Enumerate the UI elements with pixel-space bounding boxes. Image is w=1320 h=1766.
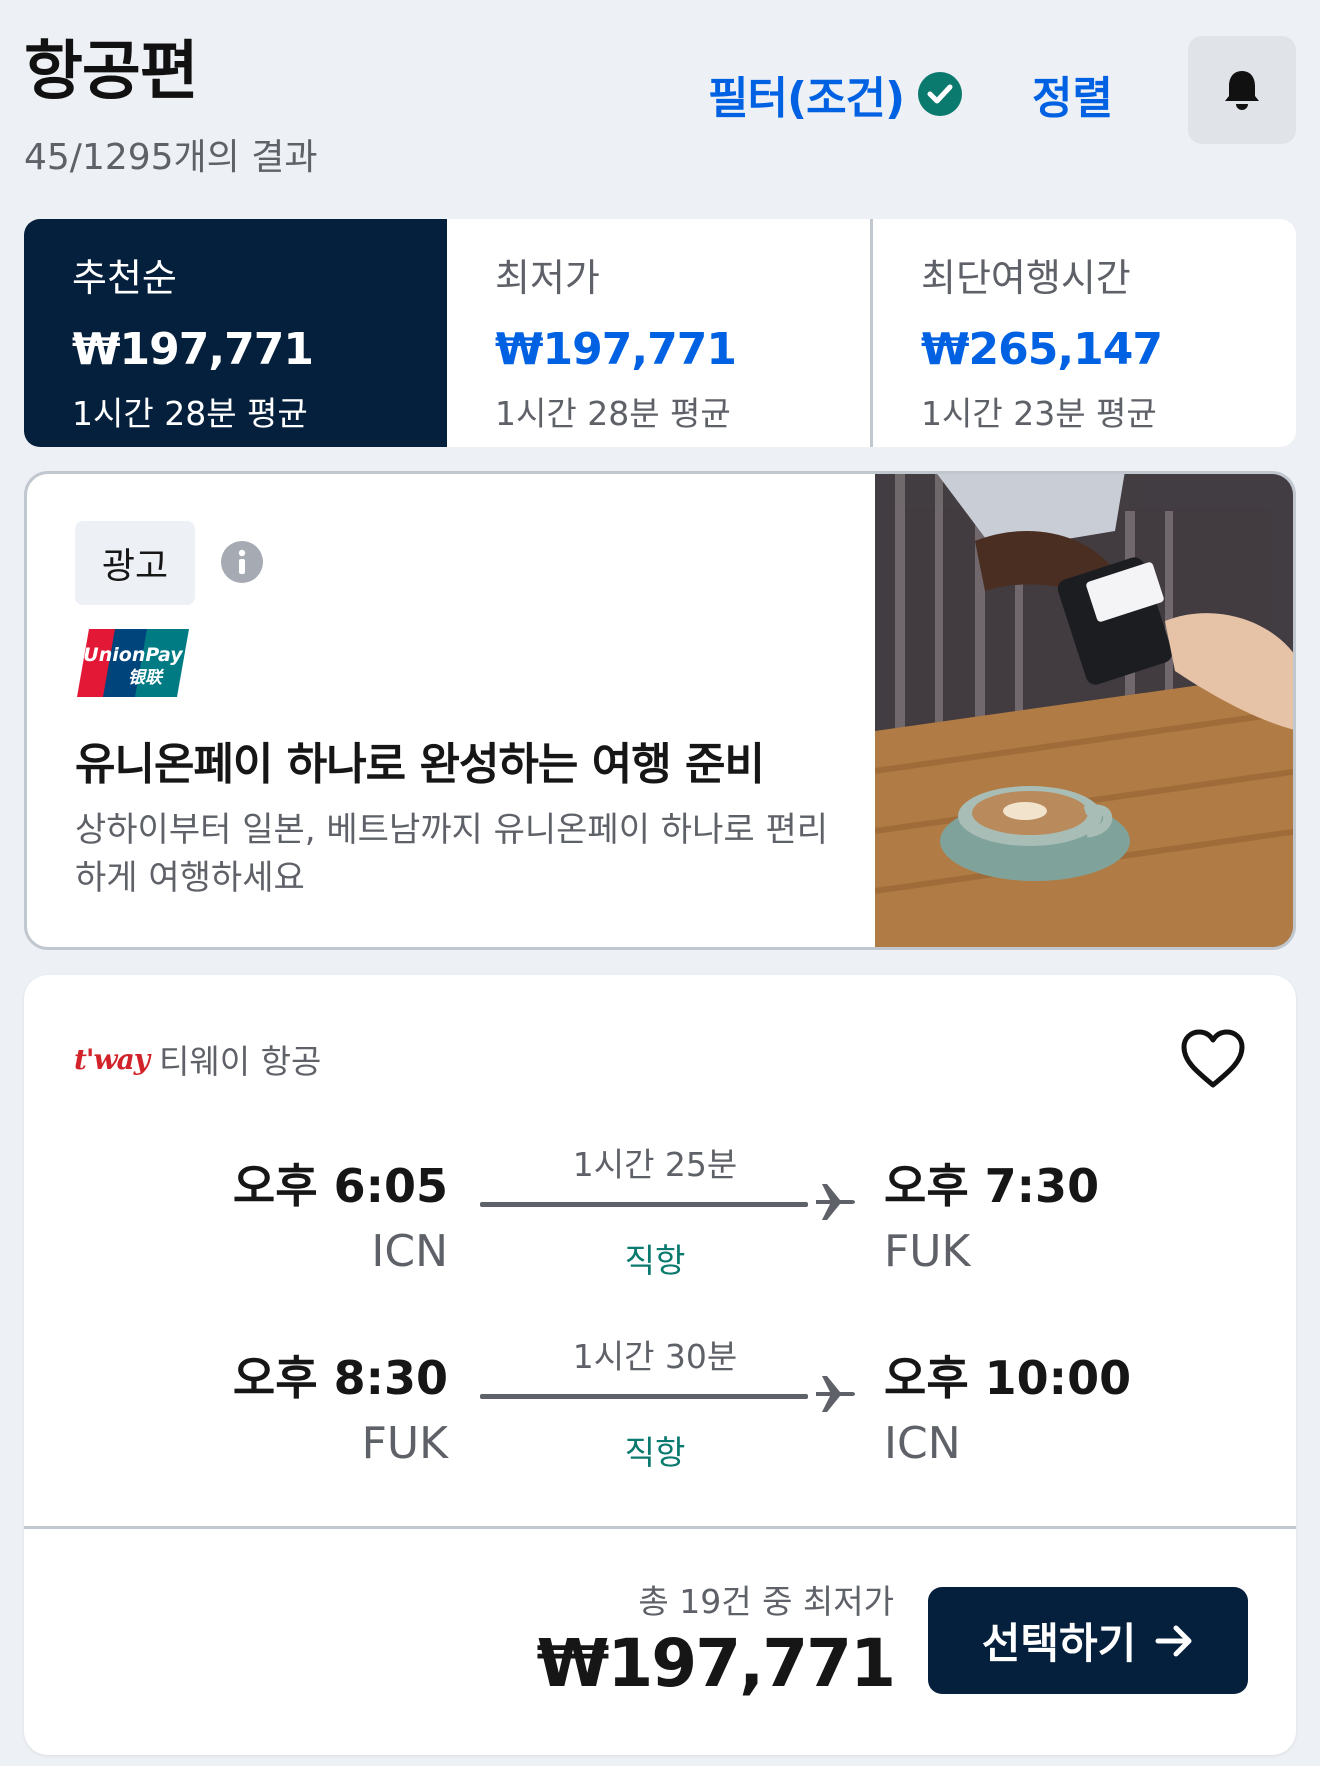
airline: t'way 티웨이 항공 [74,1035,321,1083]
arrival-time: 오후 7:30 [884,1159,1100,1213]
heart-icon [1181,1029,1245,1088]
unionpay-logo: UnionPay 银联 [75,627,191,699]
flight-result-card[interactable]: t'way 티웨이 항공 오후 6:05 ICN 1시간 25분 직항 오후 7… [24,975,1296,1755]
filter-button[interactable]: 필터(조건) [708,62,963,126]
info-icon[interactable] [221,541,263,583]
tab-name: 최저가 [495,256,600,300]
airplane-icon [816,1184,855,1220]
ad-card[interactable]: 광고 UnionPay 银联 유니온페이 하나로 완성하는 여행 준비 상하이부… [24,471,1296,950]
filter-label: 필터(조건) [708,73,905,124]
tab-duration: 1시간 28분 평균 [72,394,308,433]
tab-recommended[interactable]: 추천순 ₩197,771 1시간 28분 평균 [24,219,447,447]
ad-photo [875,474,1293,947]
airline-name: 티웨이 항공 [159,1042,322,1081]
flight-leg-outbound: 오후 6:05 ICN 1시간 25분 직항 오후 7:30 FUK [24,1145,1296,1320]
ad-description: 상하이부터 일본, 베트남까지 유니온페이 하나로 편리하게 여행하세요 [75,810,829,898]
arrival-airport: ICN [884,1418,961,1469]
stops-label: 직항 [624,1433,686,1472]
bell-icon [1225,71,1259,110]
flight-duration: 1시간 30분 [572,1337,738,1376]
page-title: 항공편 [24,35,199,109]
tab-duration: 1시간 23분 평균 [921,394,1157,433]
result-count: 45/1295개의 결과 [24,137,318,178]
tab-price: ₩197,771 [72,324,314,375]
departure-time: 오후 8:30 [232,1351,448,1405]
select-label: 선택하기 [981,1619,1137,1668]
save-favorite-button[interactable] [1178,1027,1248,1091]
flight-results-page: 항공편 45/1295개의 결과 필터(조건) 정렬 추천순 ₩197,771 … [0,0,1320,1766]
arrow-right-icon [1155,1625,1192,1656]
sort-tabs: 추천순 ₩197,771 1시간 28분 평균 최저가 ₩197,771 1시간… [24,219,1296,447]
svg-text:银联: 银联 [128,668,165,688]
sort-button[interactable]: 정렬 [1032,62,1113,126]
stops-label: 직항 [624,1241,686,1280]
route-line [480,1202,808,1207]
departure-airport: FUK [361,1418,448,1469]
flight-leg-return: 오후 8:30 FUK 1시간 30분 직항 오후 10:00 ICN [24,1337,1296,1512]
departure-airport: ICN [371,1226,448,1277]
price-caption: 총 19건 중 최저가 [638,1582,894,1621]
flight-price: ₩197,771 [536,1625,896,1702]
airplane-icon [816,1376,855,1412]
price-alert-button[interactable] [1188,36,1296,144]
airline-logo: t'way [74,1042,150,1076]
tab-name: 추천순 [72,256,177,300]
departure-time: 오후 6:05 [232,1159,448,1213]
tab-duration: 1시간 28분 평균 [495,394,731,433]
svg-text:UnionPay: UnionPay [83,644,184,666]
arrival-airport: FUK [884,1226,971,1277]
tab-cheapest[interactable]: 최저가 ₩197,771 1시간 28분 평균 [447,219,870,447]
tab-fastest[interactable]: 최단여행시간 ₩265,147 1시간 23분 평균 [870,219,1296,447]
flight-duration: 1시간 25분 [572,1145,738,1184]
tab-price: ₩197,771 [495,324,737,375]
ad-badge: 광고 [75,521,195,605]
arrival-time: 오후 10:00 [884,1351,1132,1405]
tab-price: ₩265,147 [921,324,1163,375]
ad-title: 유니온페이 하나로 완성하는 여행 준비 [75,739,765,790]
tab-name: 최단여행시간 [921,256,1131,300]
select-button[interactable]: 선택하기 [928,1587,1248,1694]
card-divider [24,1526,1296,1529]
route-line [480,1394,808,1399]
check-circle-icon [918,72,963,116]
